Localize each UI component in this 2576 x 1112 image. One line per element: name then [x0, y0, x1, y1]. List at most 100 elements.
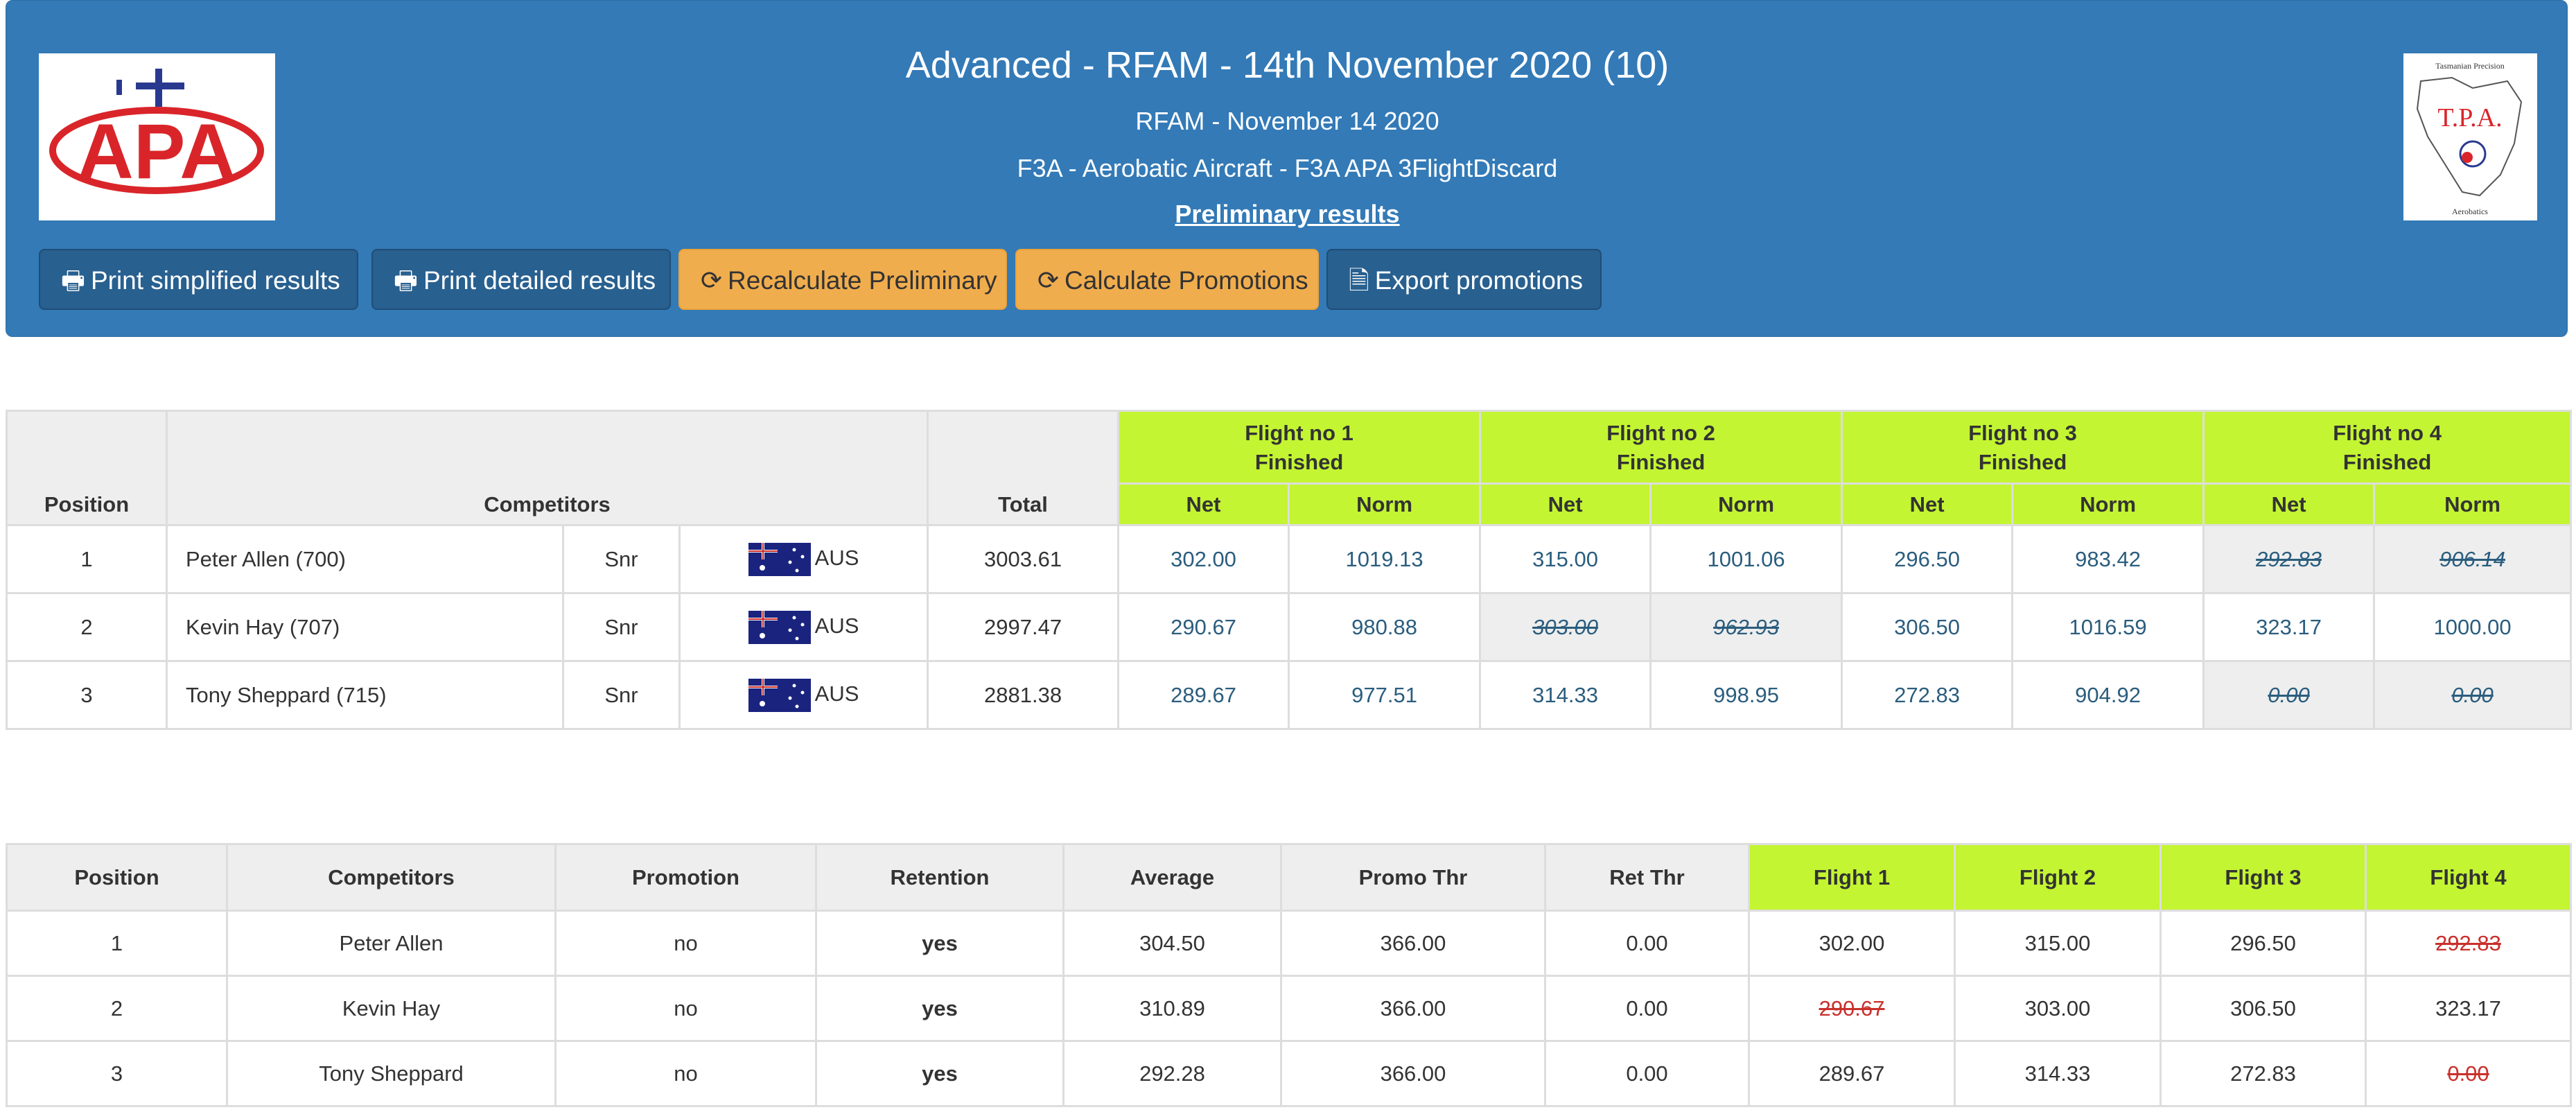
- score-cell[interactable]: 904.92: [2011, 660, 2205, 730]
- competitor-name[interactable]: Tony Sheppard (715): [166, 660, 564, 730]
- position-cell: 3: [6, 1040, 228, 1107]
- score-cell[interactable]: 306.50: [1841, 592, 2014, 662]
- score-cell[interactable]: 1001.06: [1649, 524, 1843, 594]
- discarded-score-cell[interactable]: 0.00: [2202, 660, 2376, 730]
- score-cell[interactable]: 272.83: [1841, 660, 2014, 730]
- flight-score-cell: 296.50: [2159, 910, 2367, 977]
- print-detailed-button[interactable]: 🖶 Print detailed results: [371, 249, 671, 310]
- retention-cell: yes: [815, 1040, 1064, 1107]
- page-title: Advanced - RFAM - 14th November 2020 (10…: [905, 44, 1670, 86]
- score-cell[interactable]: 315.00: [1479, 524, 1652, 594]
- ret-thr-cell: 0.00: [1544, 910, 1750, 977]
- score-cell[interactable]: 302.00: [1117, 524, 1290, 594]
- header-flight-1: Flight 1: [1748, 843, 1956, 912]
- header-promotion: Promotion: [554, 843, 817, 912]
- header-flight-3: Flight 3: [2159, 843, 2367, 912]
- promo-thr-cell: 366.00: [1280, 910, 1546, 977]
- header-flight-2: Flight 2: [1954, 843, 2162, 912]
- flight-score-cell: 315.00: [1954, 910, 2162, 977]
- score-cell[interactable]: 1000.00: [2373, 592, 2573, 662]
- discarded-score-cell[interactable]: 906.14: [2373, 524, 2573, 594]
- score-cell[interactable]: 290.67: [1117, 592, 1290, 662]
- country-cell: AUS: [678, 592, 929, 662]
- header-competitors: Competitors: [226, 843, 557, 912]
- discarded-score-cell[interactable]: 303.00: [1479, 592, 1652, 662]
- retention-cell: yes: [815, 975, 1064, 1042]
- score-cell[interactable]: 323.17: [2202, 592, 2376, 662]
- competitor-name[interactable]: Peter Allen (700): [166, 524, 564, 594]
- total-cell: 3003.61: [927, 524, 1120, 594]
- promotion-cell: no: [554, 910, 817, 977]
- competitor-name: Peter Allen: [226, 910, 557, 977]
- competitor-name[interactable]: Kevin Hay (707): [166, 592, 564, 662]
- score-cell[interactable]: 296.50: [1841, 524, 2014, 594]
- header-average: Average: [1062, 843, 1282, 912]
- header-flight-1[interactable]: Flight no 1 Finished: [1117, 410, 1482, 485]
- competitor-name: Kevin Hay: [226, 975, 557, 1042]
- excel-file-icon: 🗎: [1349, 266, 1369, 295]
- table-row: 1 Peter Allen no yes 304.50 366.00 0.00 …: [6, 910, 2572, 977]
- score-cell[interactable]: 980.88: [1288, 592, 1482, 662]
- results-header: APA Advanced - RFAM - 14th November 2020…: [6, 0, 2568, 337]
- header-promo-thr: Promo Thr: [1280, 843, 1546, 912]
- flight-score-cell: 272.83: [2159, 1040, 2367, 1107]
- position-cell: 1: [6, 524, 168, 594]
- promotions-table: Position Competitors Promotion Retention…: [6, 843, 2572, 1107]
- refresh-icon: ⟳: [1037, 266, 1060, 295]
- score-cell[interactable]: 314.33: [1479, 660, 1652, 730]
- position-cell: 3: [6, 660, 168, 730]
- header-flight-3[interactable]: Flight no 3 Finished: [1841, 410, 2205, 485]
- header-net: Net: [1841, 483, 2014, 526]
- export-promotions-button[interactable]: 🗎 Export promotions: [1326, 249, 1602, 310]
- score-cell[interactable]: 983.42: [2011, 524, 2205, 594]
- results-status: Preliminary results: [1175, 200, 1400, 228]
- score-cell[interactable]: 977.51: [1288, 660, 1482, 730]
- header-flight-4: Flight 4: [2365, 843, 2572, 912]
- total-cell: 2997.47: [927, 592, 1120, 662]
- average-cell: 292.28: [1062, 1040, 1282, 1107]
- flight-score-cell: 323.17: [2365, 975, 2572, 1042]
- score-cell[interactable]: 1016.59: [2011, 592, 2205, 662]
- ret-thr-cell: 0.00: [1544, 1040, 1750, 1107]
- score-cell[interactable]: 998.95: [1649, 660, 1843, 730]
- header-ret-thr: Ret Thr: [1544, 843, 1750, 912]
- class-line: F3A - Aerobatic Aircraft - F3A APA 3Flig…: [1017, 154, 1558, 182]
- position-cell: 2: [6, 975, 228, 1042]
- promotion-cell: no: [554, 975, 817, 1042]
- table-row: 2 Kevin Hay (707) Snr AUS 2997.47 290.67…: [6, 592, 2573, 662]
- category-cell: Snr: [562, 660, 681, 730]
- header-flight-2[interactable]: Flight no 2 Finished: [1479, 410, 1843, 485]
- header-net: Net: [2202, 483, 2376, 526]
- recalculate-preliminary-button[interactable]: ⟳ Recalculate Preliminary: [678, 249, 1007, 310]
- score-cell[interactable]: 1019.13: [1288, 524, 1482, 594]
- position-cell: 1: [6, 910, 228, 977]
- svg-text:Tasmanian Precision: Tasmanian Precision: [2435, 61, 2504, 71]
- discarded-score-cell[interactable]: 0.00: [2373, 660, 2573, 730]
- average-cell: 304.50: [1062, 910, 1282, 977]
- print-simplified-button[interactable]: 🖶 Print simplified results: [39, 249, 358, 310]
- discarded-flight-score-cell: 292.83: [2365, 910, 2572, 977]
- header-norm: Norm: [1288, 483, 1482, 526]
- discarded-score-cell[interactable]: 962.93: [1649, 592, 1843, 662]
- promotion-cell: no: [554, 1040, 817, 1107]
- header-norm: Norm: [2373, 483, 2573, 526]
- australia-flag-icon: [748, 542, 811, 576]
- flight-score-cell: 303.00: [1954, 975, 2162, 1042]
- table-row: 1 Peter Allen (700) Snr AUS 3003.61 302.…: [6, 524, 2573, 594]
- category-cell: Snr: [562, 592, 681, 662]
- promo-thr-cell: 366.00: [1280, 975, 1546, 1042]
- header-position: Position: [6, 410, 168, 526]
- discarded-score-cell[interactable]: 292.83: [2202, 524, 2376, 594]
- event-subtitle: RFAM - November 14 2020: [1135, 107, 1439, 135]
- title-block: Advanced - RFAM - 14th November 2020 (10…: [6, 39, 2568, 232]
- header-net: Net: [1479, 483, 1652, 526]
- ret-thr-cell: 0.00: [1544, 975, 1750, 1042]
- country-cell: AUS: [678, 660, 929, 730]
- score-cell[interactable]: 289.67: [1117, 660, 1290, 730]
- header-position: Position: [6, 843, 228, 912]
- header-total: Total: [927, 410, 1120, 526]
- average-cell: 310.89: [1062, 975, 1282, 1042]
- header-flight-4[interactable]: Flight no 4 Finished: [2202, 410, 2573, 485]
- calculate-promotions-button[interactable]: ⟳ Calculate Promotions: [1015, 249, 1319, 310]
- table-row: 3 Tony Sheppard (715) Snr AUS 2881.38 28…: [6, 660, 2573, 730]
